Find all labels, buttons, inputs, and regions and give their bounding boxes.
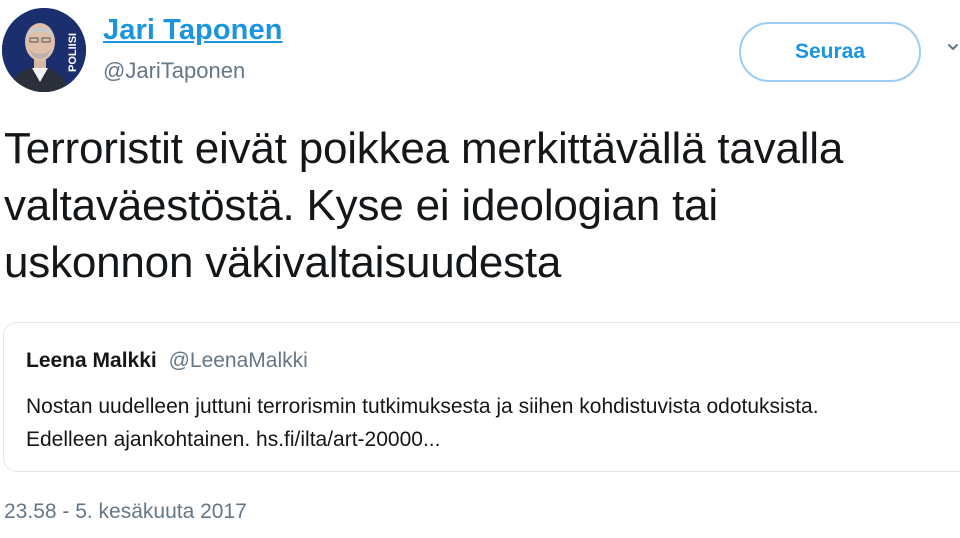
quoted-tweet-card[interactable]: Leena Malkki @LeenaMalkki Nostan uudelle… [3,322,960,472]
avatar-badge-text: POLIISI [67,33,79,72]
quoted-tweet-text-line: Nostan uudelleen juttuni terrorismin tut… [26,395,819,418]
author-avatar[interactable]: POLIISI [2,8,86,92]
tweet-text-line: valtaväestöstä. Kyse ei ideologian tai [4,181,718,230]
tweet-page: POLIISI Jari Taponen @JariTaponen Seuraa… [0,0,960,538]
quoted-tweet-text: Nostan uudelleen juttuni terrorismin tut… [26,390,819,456]
quoted-author-name: Leena Malkki [26,349,157,372]
tweet-text: Terroristit eivät poikkea merkittävällä … [4,120,954,291]
author-name-link[interactable]: Jari Taponen [103,14,283,47]
avatar-photo: POLIISI [2,8,86,92]
tweet-timestamp[interactable]: 23.58 - 5. kesäkuuta 2017 [4,500,247,524]
quoted-tweet-header: Leena Malkki @LeenaMalkki [26,349,308,373]
follow-button[interactable]: Seuraa [739,22,921,82]
quoted-tweet-text-line: Edelleen ajankohtainen. hs.fi/ilta/art-2… [26,428,441,451]
author-handle: @JariTaponen [103,58,246,83]
chevron-down-icon[interactable] [946,40,960,54]
quoted-author-handle: @LeenaMalkki [168,349,308,372]
tweet-text-line: Terroristit eivät poikkea merkittävällä … [4,124,844,173]
tweet-text-line: uskonnon väkivaltaisuudesta [4,238,562,287]
